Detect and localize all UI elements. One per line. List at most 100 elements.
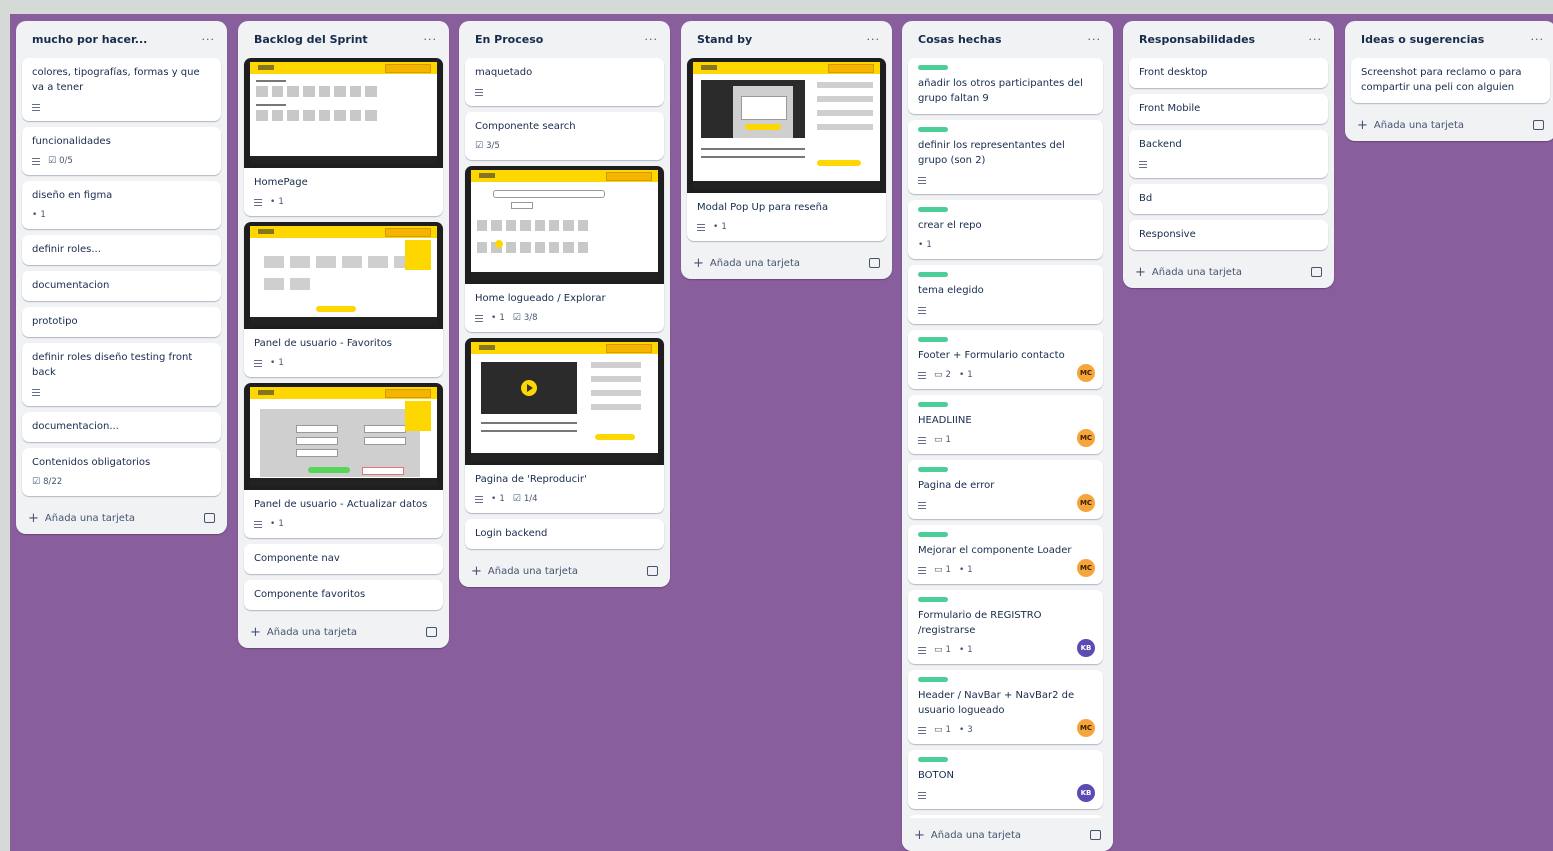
card-badges: • 1 xyxy=(32,209,211,221)
card[interactable]: Componente favoritos xyxy=(244,580,443,610)
cards-container: añadir los otros participantes del grupo… xyxy=(902,58,1113,818)
card[interactable]: Responsive xyxy=(1129,220,1328,250)
card[interactable]: Front Mobile xyxy=(1129,94,1328,124)
card[interactable]: HomePage • 1 xyxy=(244,58,443,216)
card[interactable]: añadir los otros participantes del grupo… xyxy=(908,58,1103,114)
add-card-row: + Añada una tarjeta xyxy=(1345,109,1553,141)
card[interactable]: diseño en figma • 1 xyxy=(22,181,221,229)
card-template-icon[interactable] xyxy=(1533,120,1544,130)
card-template-icon[interactable] xyxy=(869,258,880,268)
mockup-thumb xyxy=(271,86,284,97)
card[interactable]: MC Footer + Formulario contacto ▭ 2 • 1 xyxy=(908,330,1103,389)
mockup-shape xyxy=(591,376,641,382)
add-card-button[interactable]: + Añada una tarjeta xyxy=(250,625,357,640)
green-label[interactable] xyxy=(918,272,948,277)
card[interactable]: crear el repo • 1 xyxy=(908,200,1103,259)
mockup-thumb xyxy=(477,220,488,231)
card[interactable]: Home logueado / Explorar • 1 ☑ 3/8 xyxy=(465,166,664,332)
card[interactable]: Pagina de 'Reproducir' • 1 ☑ 1/4 xyxy=(465,338,664,513)
add-card-button[interactable]: + Añada una tarjeta xyxy=(28,511,135,526)
card-title: maquetado xyxy=(475,67,533,78)
card-body: Pagina de 'Reproducir' • 1 ☑ 1/4 xyxy=(465,465,664,513)
green-label[interactable] xyxy=(918,597,948,602)
add-card-button[interactable]: + Añada una tarjeta xyxy=(914,828,1021,843)
card[interactable]: Contenidos obligatorios ☑ 8/22 xyxy=(22,448,221,496)
mockup-shape xyxy=(342,256,362,268)
member-avatar[interactable]: KB xyxy=(1077,784,1095,802)
member-avatar[interactable]: MC xyxy=(1077,364,1095,382)
card[interactable]: definir roles... xyxy=(22,235,221,265)
member-avatar[interactable]: KB xyxy=(1077,639,1095,657)
card[interactable]: prototipo xyxy=(22,307,221,337)
member-avatar[interactable]: MC xyxy=(1077,429,1095,447)
green-label[interactable] xyxy=(918,337,948,342)
add-card-button[interactable]: + Añada una tarjeta xyxy=(471,564,578,579)
mockup-screen xyxy=(250,387,437,486)
green-label[interactable] xyxy=(918,65,948,70)
more-options-icon[interactable]: ··· xyxy=(1309,33,1323,46)
green-label[interactable] xyxy=(918,677,948,682)
card[interactable]: Screenshot para reclamo o para compartir… xyxy=(1351,58,1550,103)
card[interactable]: Componente search ☑ 3/5 xyxy=(465,112,664,160)
description-icon xyxy=(32,157,40,165)
more-options-icon[interactable]: ··· xyxy=(424,33,438,46)
card[interactable]: funcionalidades ☑ 0/5 xyxy=(22,127,221,175)
card-template-icon[interactable] xyxy=(426,627,437,637)
card[interactable]: Front desktop xyxy=(1129,58,1328,88)
card-partial[interactable] xyxy=(908,815,1103,818)
card[interactable]: tema elegido xyxy=(908,265,1103,324)
card[interactable]: documentacion... xyxy=(22,412,221,442)
more-options-icon[interactable]: ··· xyxy=(1088,33,1102,46)
card[interactable]: MC HEADLIINE ▭ 1 xyxy=(908,395,1103,454)
card[interactable]: MC Mejorar el componente Loader ▭ 1 • 1 xyxy=(908,525,1103,584)
card[interactable]: Bd xyxy=(1129,184,1328,214)
more-options-icon[interactable]: ··· xyxy=(202,33,216,46)
card-template-icon[interactable] xyxy=(1090,830,1101,840)
card[interactable]: KB Formulario de REGISTRO /registrarse ▭ 1 •… xyxy=(908,590,1103,664)
more-options-icon[interactable]: ··· xyxy=(867,33,881,46)
member-avatar[interactable]: MC xyxy=(1077,494,1095,512)
card[interactable]: Login backend xyxy=(465,519,664,549)
card[interactable]: MC Header / NavBar + NavBar2 de usuario l… xyxy=(908,670,1103,744)
card[interactable]: Backend xyxy=(1129,130,1328,178)
card-template-icon[interactable] xyxy=(204,513,215,523)
green-label[interactable] xyxy=(918,127,948,132)
card[interactable]: KB BOTON xyxy=(908,750,1103,809)
checklist-icon: ☑ xyxy=(475,141,484,151)
card-template-icon[interactable] xyxy=(647,566,658,576)
card[interactable]: MC Pagina de error xyxy=(908,460,1103,519)
attachments-count: 1 xyxy=(499,313,505,323)
description-icon xyxy=(918,501,926,509)
card[interactable]: Panel de usuario - Actualizar datos • 1 xyxy=(244,383,443,538)
card[interactable]: colores, tipografías, formas y que va a … xyxy=(22,58,221,121)
card[interactable]: Panel de usuario - Favoritos • 1 xyxy=(244,222,443,377)
mockup-thumbs xyxy=(256,110,377,121)
add-card-button[interactable]: + Añada una tarjeta xyxy=(1357,118,1464,133)
card-template-icon[interactable] xyxy=(1311,267,1322,277)
green-label[interactable] xyxy=(918,207,948,212)
green-label[interactable] xyxy=(918,402,948,407)
green-label[interactable] xyxy=(918,757,948,762)
checklist-count: 3/5 xyxy=(486,141,500,151)
card[interactable]: Componente nav xyxy=(244,544,443,574)
card[interactable]: maquetado xyxy=(465,58,664,106)
more-options-icon[interactable]: ··· xyxy=(1531,33,1545,46)
card[interactable]: Modal Pop Up para reseña • 1 xyxy=(687,58,886,241)
attachments-count: 1 xyxy=(967,645,973,655)
card[interactable]: definir roles diseño testing front back xyxy=(22,343,221,406)
plus-icon: + xyxy=(1357,117,1368,133)
mockup-logo xyxy=(479,173,495,178)
green-label[interactable] xyxy=(918,467,948,472)
more-options-icon[interactable]: ··· xyxy=(645,33,659,46)
card[interactable]: definir los representantes del grupo (so… xyxy=(908,120,1103,194)
green-label[interactable] xyxy=(918,532,948,537)
add-card-button[interactable]: + Añada una tarjeta xyxy=(1135,265,1242,280)
description-icon xyxy=(32,388,40,396)
card[interactable]: documentacion xyxy=(22,271,221,301)
member-avatar[interactable]: MC xyxy=(1077,559,1095,577)
card-body: Componente nav xyxy=(244,544,443,574)
member-avatar[interactable]: MC xyxy=(1077,719,1095,737)
mockup-shape xyxy=(817,96,873,102)
add-card-button[interactable]: + Añada una tarjeta xyxy=(693,256,800,271)
description-icon xyxy=(1139,160,1147,168)
